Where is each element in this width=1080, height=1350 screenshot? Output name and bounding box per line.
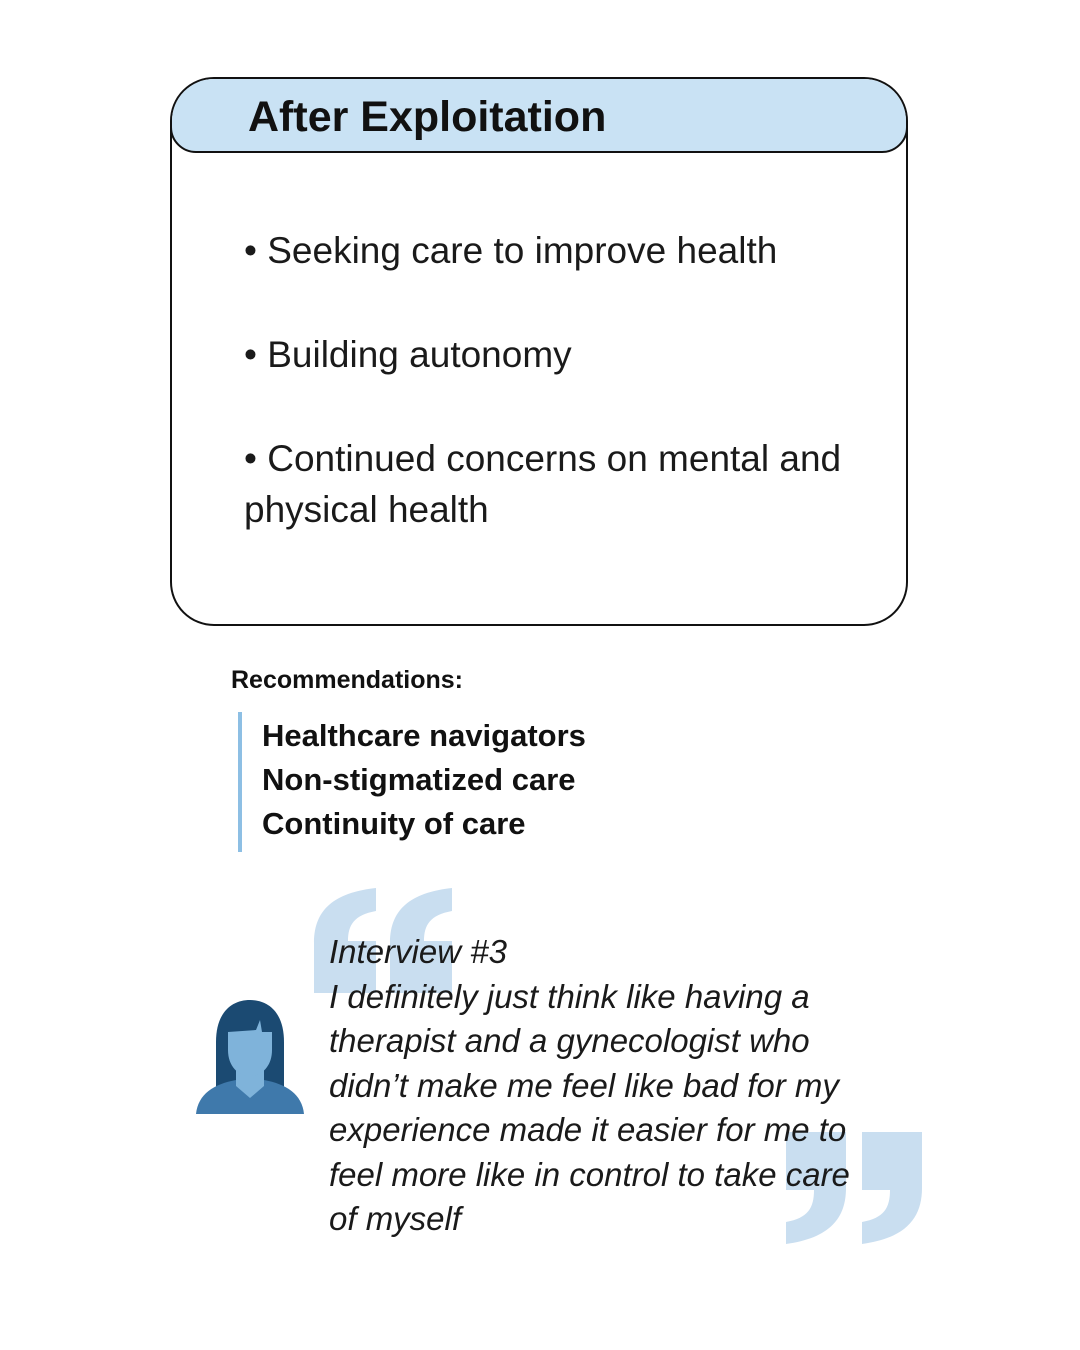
bullet-item: • Continued concerns on mental and physi… [244,438,842,530]
bullet-item: • Building autonomy [244,334,572,375]
quote-line: I definitely just think like having a [329,977,810,1015]
quote-line: therapist and a gynecologist who [329,1022,810,1059]
info-card: After Exploitation • Seeking care to imp… [170,77,908,626]
woman-avatar-icon [196,1000,304,1114]
recommendation-item: Healthcare navigators [262,718,586,753]
quote-line: didn’t make me feel like bad for my [329,1066,839,1104]
recommendations-accent-bar [238,712,242,852]
card-title: After Exploitation [248,93,607,141]
quote-line: feel more like in control to take care [329,1155,850,1193]
recommendation-item: Continuity of care [262,806,526,841]
quote-line: experience made it easier for me to [329,1111,847,1148]
bullet-list: • Seeking care to improve health • Build… [244,225,884,588]
bullet-item: • Seeking care to improve health [244,230,778,271]
recommendations-list: Healthcare navigators Non-stigmatized ca… [262,714,586,846]
quote-line: of myself [329,1200,462,1237]
quote-source: Interview #3 [329,933,507,970]
recommendations-heading: Recommendations: [231,666,463,694]
card-header: After Exploitation [172,79,906,153]
recommendation-item: Non-stigmatized care [262,762,576,797]
interview-quote: Interview #3 I definitely just think lik… [329,930,929,1242]
